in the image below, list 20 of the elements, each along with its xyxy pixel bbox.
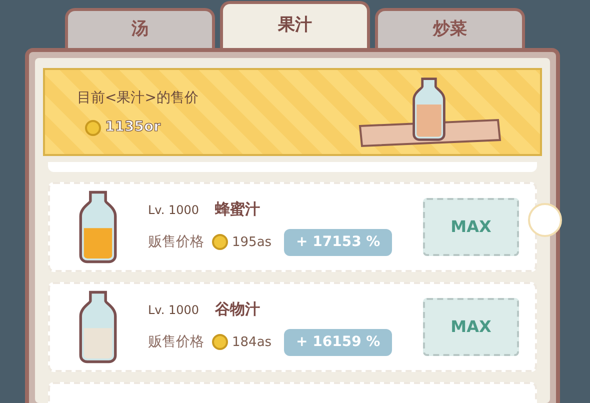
tab[interactable]: 炒菜 [375,8,525,48]
item-price: 195as [232,234,273,252]
item-level: Lv. 1000 [148,302,200,320]
price-label: 贩售价格 [148,232,204,252]
tab[interactable]: 果汁 [220,1,370,48]
current-price: 1135or [105,118,160,137]
coin-icon [212,234,228,250]
max-button[interactable]: MAX [423,298,519,356]
coin-icon [212,334,228,350]
item-price: 184as [232,334,273,352]
price-label: 贩售价格 [148,332,204,352]
bonus-badge: + 17153 % [284,228,392,256]
coin-icon [85,120,101,136]
item-level: Lv. 1000 [148,202,200,220]
item-name: 蜂蜜汁 [215,199,260,220]
bonus-badge: + 16159 % [284,328,392,356]
max-button[interactable]: MAX [423,198,519,256]
item-name: 谷物汁 [215,299,260,320]
banner-caption: 目前<果汁>的售价 [77,89,200,108]
tab[interactable]: 汤 [65,8,215,48]
